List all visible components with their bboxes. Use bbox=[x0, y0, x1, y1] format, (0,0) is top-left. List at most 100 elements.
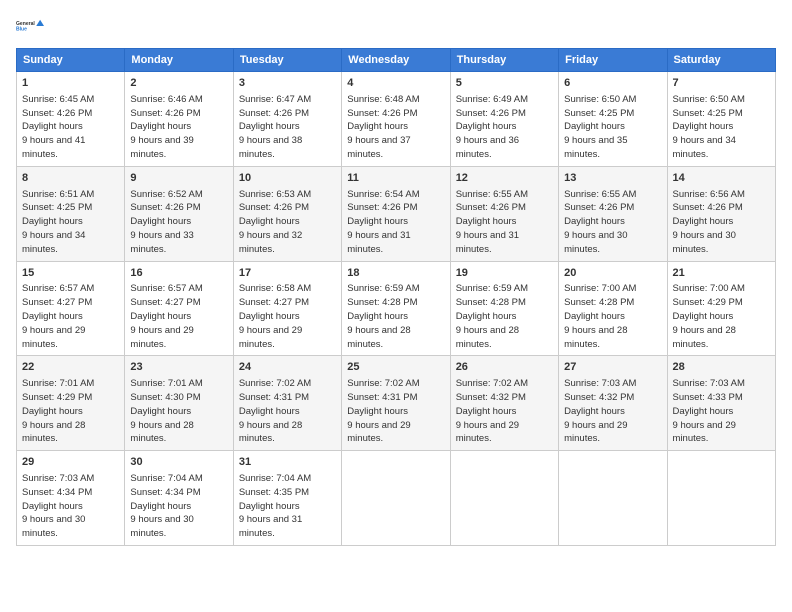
daylight-value: 9 hours and 33 minutes. bbox=[130, 230, 193, 255]
daylight-label: Daylight hours bbox=[564, 311, 625, 322]
daylight-label: Daylight hours bbox=[347, 311, 408, 322]
sunset-text: Sunset: 4:27 PM bbox=[130, 297, 200, 308]
sunrise-text: Sunrise: 6:45 AM bbox=[22, 94, 94, 105]
calendar-cell bbox=[559, 451, 667, 546]
calendar-week-2: 8Sunrise: 6:51 AMSunset: 4:25 PMDaylight… bbox=[17, 166, 776, 261]
daylight-value: 9 hours and 38 minutes. bbox=[239, 135, 302, 160]
daylight-label: Daylight hours bbox=[673, 311, 734, 322]
day-number: 11 bbox=[347, 171, 444, 187]
calendar-cell: 11Sunrise: 6:54 AMSunset: 4:26 PMDayligh… bbox=[342, 166, 450, 261]
sunrise-text: Sunrise: 6:46 AM bbox=[130, 94, 202, 105]
sunset-text: Sunset: 4:31 PM bbox=[239, 392, 309, 403]
calendar-header-row: SundayMondayTuesdayWednesdayThursdayFrid… bbox=[17, 49, 776, 72]
calendar-cell: 17Sunrise: 6:58 AMSunset: 4:27 PMDayligh… bbox=[233, 261, 341, 356]
calendar-cell: 24Sunrise: 7:02 AMSunset: 4:31 PMDayligh… bbox=[233, 356, 341, 451]
daylight-label: Daylight hours bbox=[22, 121, 83, 132]
daylight-value: 9 hours and 31 minutes. bbox=[347, 230, 410, 255]
daylight-value: 9 hours and 39 minutes. bbox=[130, 135, 193, 160]
daylight-value: 9 hours and 36 minutes. bbox=[456, 135, 519, 160]
day-number: 25 bbox=[347, 360, 444, 376]
daylight-value: 9 hours and 28 minutes. bbox=[673, 325, 736, 350]
sunset-text: Sunset: 4:26 PM bbox=[239, 108, 309, 119]
calendar-cell: 28Sunrise: 7:03 AMSunset: 4:33 PMDayligh… bbox=[667, 356, 775, 451]
daylight-label: Daylight hours bbox=[22, 216, 83, 227]
sunset-text: Sunset: 4:26 PM bbox=[22, 108, 92, 119]
daylight-value: 9 hours and 29 minutes. bbox=[22, 325, 85, 350]
calendar-cell: 25Sunrise: 7:02 AMSunset: 4:31 PMDayligh… bbox=[342, 356, 450, 451]
day-number: 7 bbox=[673, 76, 770, 92]
calendar-cell bbox=[342, 451, 450, 546]
sunset-text: Sunset: 4:28 PM bbox=[456, 297, 526, 308]
day-number: 14 bbox=[673, 171, 770, 187]
calendar-cell: 5Sunrise: 6:49 AMSunset: 4:26 PMDaylight… bbox=[450, 72, 558, 167]
sunrise-text: Sunrise: 7:03 AM bbox=[564, 378, 636, 389]
day-number: 29 bbox=[22, 455, 119, 471]
daylight-value: 9 hours and 28 minutes. bbox=[239, 420, 302, 445]
daylight-label: Daylight hours bbox=[456, 311, 517, 322]
daylight-value: 9 hours and 41 minutes. bbox=[22, 135, 85, 160]
daylight-value: 9 hours and 28 minutes. bbox=[564, 325, 627, 350]
calendar-cell: 12Sunrise: 6:55 AMSunset: 4:26 PMDayligh… bbox=[450, 166, 558, 261]
daylight-value: 9 hours and 30 minutes. bbox=[130, 514, 193, 539]
calendar-cell: 8Sunrise: 6:51 AMSunset: 4:25 PMDaylight… bbox=[17, 166, 125, 261]
calendar-cell: 18Sunrise: 6:59 AMSunset: 4:28 PMDayligh… bbox=[342, 261, 450, 356]
col-header-friday: Friday bbox=[559, 49, 667, 72]
page: General Blue SundayMondayTuesdayWednesda… bbox=[0, 0, 792, 612]
calendar-cell: 1 Sunrise: 6:45 AM Sunset: 4:26 PM Daylight… bbox=[17, 72, 125, 167]
daylight-value: 9 hours and 28 minutes. bbox=[22, 420, 85, 445]
calendar-cell: 13Sunrise: 6:55 AMSunset: 4:26 PMDayligh… bbox=[559, 166, 667, 261]
calendar-cell: 14Sunrise: 6:56 AMSunset: 4:26 PMDayligh… bbox=[667, 166, 775, 261]
sunrise-text: Sunrise: 6:53 AM bbox=[239, 189, 311, 200]
daylight-value: 9 hours and 28 minutes. bbox=[347, 325, 410, 350]
calendar-cell: 29Sunrise: 7:03 AMSunset: 4:34 PMDayligh… bbox=[17, 451, 125, 546]
sunset-text: Sunset: 4:25 PM bbox=[22, 202, 92, 213]
daylight-label: Daylight hours bbox=[564, 406, 625, 417]
calendar-cell: 30Sunrise: 7:04 AMSunset: 4:34 PMDayligh… bbox=[125, 451, 233, 546]
calendar-cell: 15Sunrise: 6:57 AMSunset: 4:27 PMDayligh… bbox=[17, 261, 125, 356]
sunrise-text: Sunrise: 6:56 AM bbox=[673, 189, 745, 200]
sunrise-text: Sunrise: 6:59 AM bbox=[347, 283, 419, 294]
sunset-text: Sunset: 4:28 PM bbox=[564, 297, 634, 308]
daylight-label: Daylight hours bbox=[456, 216, 517, 227]
calendar-cell: 31Sunrise: 7:04 AMSunset: 4:35 PMDayligh… bbox=[233, 451, 341, 546]
sunset-text: Sunset: 4:26 PM bbox=[347, 108, 417, 119]
sunrise-text: Sunrise: 7:04 AM bbox=[239, 473, 311, 484]
daylight-label: Daylight hours bbox=[673, 406, 734, 417]
calendar-cell: 20Sunrise: 7:00 AMSunset: 4:28 PMDayligh… bbox=[559, 261, 667, 356]
daylight-label: Daylight hours bbox=[673, 121, 734, 132]
col-header-monday: Monday bbox=[125, 49, 233, 72]
sunset-text: Sunset: 4:26 PM bbox=[564, 202, 634, 213]
calendar-cell: 6Sunrise: 6:50 AMSunset: 4:25 PMDaylight… bbox=[559, 72, 667, 167]
daylight-label: Daylight hours bbox=[456, 121, 517, 132]
sunrise-text: Sunrise: 6:50 AM bbox=[564, 94, 636, 105]
sunset-text: Sunset: 4:33 PM bbox=[673, 392, 743, 403]
sunset-text: Sunset: 4:26 PM bbox=[673, 202, 743, 213]
col-header-wednesday: Wednesday bbox=[342, 49, 450, 72]
day-number: 1 bbox=[22, 76, 119, 92]
sunrise-text: Sunrise: 7:02 AM bbox=[347, 378, 419, 389]
sunrise-text: Sunrise: 7:00 AM bbox=[673, 283, 745, 294]
calendar-cell: 2Sunrise: 6:46 AMSunset: 4:26 PMDaylight… bbox=[125, 72, 233, 167]
day-number: 8 bbox=[22, 171, 119, 187]
calendar-cell: 4Sunrise: 6:48 AMSunset: 4:26 PMDaylight… bbox=[342, 72, 450, 167]
day-number: 30 bbox=[130, 455, 227, 471]
logo: General Blue bbox=[16, 12, 44, 40]
sunrise-text: Sunrise: 6:49 AM bbox=[456, 94, 528, 105]
col-header-thursday: Thursday bbox=[450, 49, 558, 72]
daylight-value: 9 hours and 35 minutes. bbox=[564, 135, 627, 160]
sunset-text: Sunset: 4:26 PM bbox=[347, 202, 417, 213]
daylight-label: Daylight hours bbox=[239, 121, 300, 132]
sunrise-text: Sunrise: 6:57 AM bbox=[22, 283, 94, 294]
daylight-label: Daylight hours bbox=[347, 216, 408, 227]
sunrise-text: Sunrise: 6:55 AM bbox=[456, 189, 528, 200]
daylight-value: 9 hours and 29 minutes. bbox=[456, 420, 519, 445]
calendar-week-4: 22Sunrise: 7:01 AMSunset: 4:29 PMDayligh… bbox=[17, 356, 776, 451]
daylight-value: 9 hours and 28 minutes. bbox=[456, 325, 519, 350]
calendar-cell: 3Sunrise: 6:47 AMSunset: 4:26 PMDaylight… bbox=[233, 72, 341, 167]
calendar-cell bbox=[450, 451, 558, 546]
calendar-cell: 16Sunrise: 6:57 AMSunset: 4:27 PMDayligh… bbox=[125, 261, 233, 356]
calendar-cell: 27Sunrise: 7:03 AMSunset: 4:32 PMDayligh… bbox=[559, 356, 667, 451]
sunrise-text: Sunrise: 7:04 AM bbox=[130, 473, 202, 484]
day-number: 15 bbox=[22, 266, 119, 282]
day-number: 19 bbox=[456, 266, 553, 282]
